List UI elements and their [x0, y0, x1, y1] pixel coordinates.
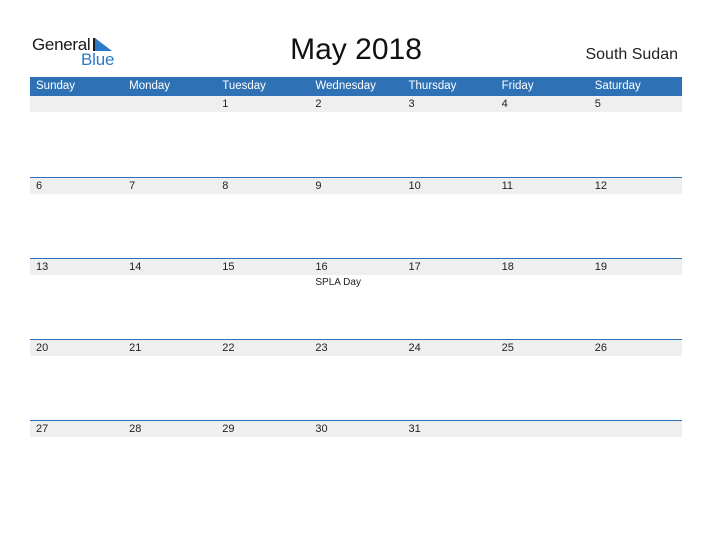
day-number: 14 [129, 261, 142, 273]
holiday-event [589, 275, 682, 289]
day-number [123, 96, 216, 112]
holiday-event [309, 437, 402, 438]
date-band: 13 14 15 16 17 18 19 [30, 259, 682, 275]
date-band: 1 2 3 4 5 [30, 96, 682, 112]
week-row: 13 14 15 16 17 18 19 SPLA Day [30, 258, 682, 339]
holiday-event [123, 112, 216, 113]
week-row: 6 7 8 9 10 11 12 [30, 177, 682, 258]
holiday-event [123, 356, 216, 357]
day-number: 27 [36, 423, 49, 435]
events-row: SPLA Day [30, 275, 682, 289]
day-number: 16 [315, 261, 328, 273]
holiday-event [403, 275, 496, 289]
weekday-monday: Monday [129, 80, 171, 92]
holiday-event [123, 275, 216, 289]
holiday-event [30, 437, 123, 438]
holiday-event [496, 194, 589, 195]
events-row [30, 112, 682, 113]
day-number: 24 [408, 342, 421, 354]
date-band: 20 21 22 23 24 25 26 [30, 340, 682, 356]
holiday-event [30, 194, 123, 195]
week-row: 1 2 3 4 5 [30, 96, 682, 177]
holiday-event [496, 275, 589, 289]
weekday-sunday: Sunday [36, 80, 76, 92]
date-band: 27 28 29 30 31 [30, 421, 682, 437]
holiday-event [309, 356, 402, 357]
holiday-event [589, 356, 682, 357]
weekday-wednesday: Wednesday [315, 80, 376, 92]
holiday-event [403, 194, 496, 195]
day-number: 5 [594, 98, 601, 110]
weekday-friday: Friday [501, 80, 534, 92]
day-number: 19 [594, 261, 607, 273]
holiday-event [309, 112, 402, 113]
day-number: 25 [501, 342, 514, 354]
day-number: 6 [36, 180, 43, 192]
holiday-event [30, 356, 123, 357]
weekday-thursday: Thursday [408, 80, 457, 92]
week-row: 20 21 22 23 24 25 26 [30, 339, 682, 420]
day-number: 21 [129, 342, 142, 354]
day-number [496, 421, 589, 437]
day-number: 10 [408, 180, 421, 192]
weeks-container: 1 2 3 4 5 6 7 8 9 10 11 12 13 14 15 16 17 18 19 SPLA Day 20 2… [30, 96, 682, 501]
day-number: 8 [222, 180, 229, 192]
day-number: 17 [408, 261, 421, 273]
day-number: 23 [315, 342, 328, 354]
holiday-event [403, 437, 496, 438]
holiday-event [123, 437, 216, 438]
holiday-event [123, 194, 216, 195]
day-number: 11 [501, 180, 514, 192]
day-number [30, 96, 123, 112]
holiday-event [589, 437, 682, 438]
holiday-event [30, 112, 123, 113]
week-row: 27 28 29 30 31 [30, 420, 682, 501]
day-number: 31 [408, 423, 421, 435]
weekday-saturday: Saturday [594, 80, 641, 92]
holiday-event [30, 275, 123, 289]
calendar-grid: Sunday Monday Tuesday Wednesday Thursday… [30, 77, 682, 501]
day-number: 30 [315, 423, 328, 435]
holiday-event [496, 437, 589, 438]
holiday-event [216, 275, 309, 289]
day-number: 28 [129, 423, 142, 435]
holiday-event [216, 356, 309, 357]
holiday-event: SPLA Day [315, 277, 361, 288]
day-number: 4 [501, 98, 508, 110]
day-number: 26 [594, 342, 607, 354]
holiday-event [589, 194, 682, 195]
holiday-event [216, 112, 309, 113]
day-number: 2 [315, 98, 322, 110]
events-row [30, 356, 682, 357]
day-number: 13 [36, 261, 49, 273]
holiday-event [403, 112, 496, 113]
day-number: 22 [222, 342, 235, 354]
weekday-header: Sunday Monday Tuesday Wednesday Thursday… [30, 77, 682, 96]
day-number: 7 [129, 180, 136, 192]
holiday-event [216, 194, 309, 195]
day-number: 20 [36, 342, 49, 354]
day-number: 18 [501, 261, 514, 273]
day-number: 29 [222, 423, 235, 435]
date-band: 6 7 8 9 10 11 12 [30, 178, 682, 194]
holiday-event [496, 112, 589, 113]
weekday-tuesday: Tuesday [222, 80, 266, 92]
day-number: 12 [594, 180, 607, 192]
day-number: 3 [408, 98, 415, 110]
day-number: 1 [222, 98, 229, 110]
holiday-event [216, 437, 309, 438]
day-number [589, 421, 682, 437]
holiday-event [496, 356, 589, 357]
events-row [30, 194, 682, 195]
country-label: South Sudan [585, 46, 678, 63]
holiday-event [309, 194, 402, 195]
holiday-event [589, 112, 682, 113]
holiday-event [403, 356, 496, 357]
day-number: 15 [222, 261, 235, 273]
events-row [30, 437, 682, 438]
day-number: 9 [315, 180, 322, 192]
